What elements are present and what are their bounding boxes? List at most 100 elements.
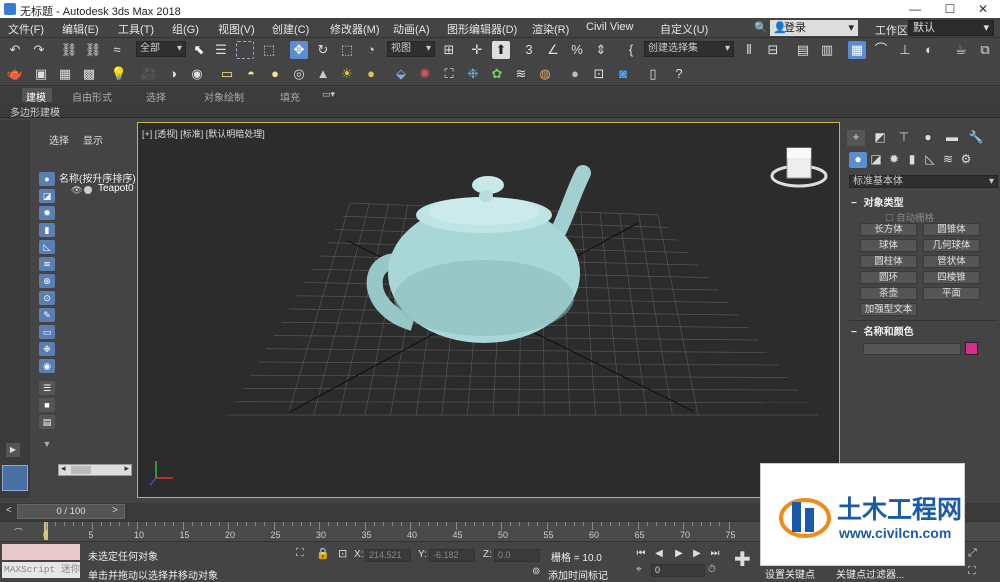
shapes-icon[interactable]: ◪: [867, 152, 885, 168]
systems-icon[interactable]: ⚙: [957, 152, 975, 168]
schematic-view-icon[interactable]: ⊥: [896, 41, 914, 59]
ribbon-toggle-icon[interactable]: ▥: [818, 41, 836, 59]
sphere-button[interactable]: 球体: [860, 239, 917, 252]
goto-end-icon[interactable]: ⏭: [708, 547, 722, 561]
z-coordinate-field[interactable]: 0.0: [494, 549, 540, 562]
grid-helper-icon[interactable]: ⬙: [392, 65, 410, 83]
material-editor-icon[interactable]: ◐: [920, 41, 938, 59]
select-and-scale-icon[interactable]: ⬚: [338, 41, 356, 59]
ribbon-options-icon[interactable]: ▭▾: [322, 89, 335, 100]
menu-modifiers[interactable]: 修改器(M): [330, 21, 380, 37]
snaps-toggle-icon[interactable]: 3: [520, 41, 538, 59]
geometry-icon[interactable]: ●: [849, 152, 867, 168]
key-mode-icon[interactable]: ⌖: [636, 564, 642, 575]
disc-light-icon[interactable]: ●: [266, 65, 284, 83]
named-selection-dropdown[interactable]: 创建选择集: [644, 41, 734, 57]
align-icon[interactable]: ⊟: [764, 41, 782, 59]
bind-spacewarp-icon[interactable]: ≈: [108, 41, 126, 59]
dolly-icon[interactable]: ◉: [188, 65, 206, 83]
material-sphere-icon[interactable]: ●: [566, 65, 584, 83]
mirror-icon[interactable]: ⫴: [740, 41, 758, 59]
current-frame-field[interactable]: 0: [651, 564, 705, 577]
funnel-icon[interactable]: ▼: [39, 437, 55, 451]
time-tag-icon[interactable]: ⊚: [532, 566, 540, 577]
cylinder-button[interactable]: 圆柱体: [860, 255, 917, 268]
cameras-icon[interactable]: ▮: [903, 152, 921, 168]
menu-civil-view[interactable]: Civil View: [586, 21, 633, 33]
object-name-input[interactable]: [863, 343, 961, 355]
angle-snap-icon[interactable]: ∠: [544, 41, 562, 59]
teapot-button[interactable]: 茶壶: [860, 287, 917, 300]
render-frame-icon[interactable]: ⧉: [976, 41, 994, 59]
menu-file[interactable]: 文件(F): [8, 21, 44, 37]
rollout-object-type[interactable]: − 对象类型: [849, 194, 996, 209]
plane-button[interactable]: 平面: [923, 287, 980, 300]
filter-invert-icon[interactable]: ▤: [39, 415, 55, 429]
x-coordinate-field[interactable]: 214.521: [365, 549, 411, 562]
filter-cameras-icon[interactable]: ▮: [39, 223, 55, 237]
polygon-modeling-label[interactable]: 多边形建模: [10, 104, 60, 119]
ribbon-tab-populate[interactable]: 填充: [280, 89, 300, 104]
set-key-icon[interactable]: ✚: [734, 547, 751, 572]
previous-frame-icon[interactable]: ◀: [652, 547, 666, 561]
hierarchy-tab-icon[interactable]: ⊤: [895, 130, 913, 146]
atmosphere-icon[interactable]: ❉: [464, 65, 482, 83]
filter-visibility-icon[interactable]: ◉: [39, 359, 55, 373]
torus-button[interactable]: 圆环: [860, 271, 917, 284]
filter-list-icon[interactable]: ☰: [39, 381, 55, 395]
scroll-left-icon[interactable]: ◂: [61, 463, 66, 474]
teapot-model[interactable]: [366, 165, 591, 343]
reference-coordinate-dropdown[interactable]: 视图: [387, 41, 435, 57]
table-icon[interactable]: ▦: [56, 65, 74, 83]
scroll-left-icon[interactable]: <: [6, 505, 12, 516]
key-filters-button[interactable]: 关键点过滤器...: [836, 566, 904, 581]
absolute-mode-icon[interactable]: ⊡: [338, 547, 347, 560]
edit-named-selection-icon[interactable]: {: [622, 41, 640, 59]
pivot-point-icon[interactable]: ⊞: [440, 41, 458, 59]
viewport-toggle-icon[interactable]: ▯: [644, 65, 662, 83]
undo-icon[interactable]: ↶: [6, 41, 24, 59]
spacewarps-icon[interactable]: ≋: [939, 152, 957, 168]
category-dropdown[interactable]: 标准基本体 ▾: [849, 175, 998, 188]
pyramid-button[interactable]: 四棱锥: [923, 271, 980, 284]
select-and-move-icon[interactable]: ✥: [290, 41, 308, 59]
utilities-tab-icon[interactable]: 🔧: [967, 130, 985, 146]
scene-explorer-icon[interactable]: ▦: [848, 41, 866, 59]
goto-start-icon[interactable]: ⏮: [634, 547, 648, 561]
modify-tab-icon[interactable]: ◩: [871, 130, 889, 146]
scroll-right-icon[interactable]: ▸: [124, 463, 129, 474]
filter-containers-icon[interactable]: ▭: [39, 325, 55, 339]
menu-tools[interactable]: 工具(T): [118, 21, 154, 37]
rollout-name-and-color[interactable]: − 名称和颜色: [849, 323, 996, 338]
redo-icon[interactable]: ↷: [30, 41, 48, 59]
filter-bones-icon[interactable]: ✎: [39, 308, 55, 322]
lights-icon[interactable]: ✹: [885, 152, 903, 168]
perspective-viewport[interactable]: [+] [透视] [标准] [默认明暗处理]: [137, 122, 840, 498]
set-key-button[interactable]: 设置关键点: [765, 566, 815, 581]
filter-lights-icon[interactable]: ✹: [39, 206, 55, 220]
menu-customize[interactable]: 自定义(U): [660, 21, 708, 37]
link-icon[interactable]: ⛓: [60, 41, 78, 59]
grid-icon[interactable]: ▩: [80, 65, 98, 83]
lock-selection-icon[interactable]: 🔒: [316, 547, 330, 560]
maximize-viewport-icon[interactable]: ⛶: [968, 565, 976, 578]
manipulate-icon[interactable]: ✛: [468, 41, 486, 59]
render-icon[interactable]: ▣: [32, 65, 50, 83]
filter-xrefs-icon[interactable]: ⊙: [39, 291, 55, 305]
scene-explorer-tab-select[interactable]: 选择: [49, 132, 69, 147]
horizontal-scrollbar[interactable]: ◂ ▸: [58, 463, 132, 476]
close-button[interactable]: ✕: [968, 0, 998, 18]
tube-button[interactable]: 管状体: [923, 255, 980, 268]
select-object-icon[interactable]: ⬉: [190, 41, 208, 59]
helpers-icon[interactable]: ◺: [921, 152, 939, 168]
filter-spacewarps-icon[interactable]: ≋: [39, 257, 55, 271]
zoom-extents-icon[interactable]: ⤢: [968, 547, 977, 560]
maxscript-listener[interactable]: [2, 544, 80, 560]
menu-rendering[interactable]: 渲染(R): [532, 21, 569, 37]
cone-light-icon[interactable]: ▲: [314, 65, 332, 83]
dome-light-icon[interactable]: ◓: [242, 65, 260, 83]
select-by-name-icon[interactable]: ☰: [212, 41, 230, 59]
expand-icon[interactable]: ▶: [6, 443, 20, 457]
scroll-thumb[interactable]: [71, 466, 91, 474]
scene-explorer-tab-display[interactable]: 显示: [83, 132, 103, 147]
